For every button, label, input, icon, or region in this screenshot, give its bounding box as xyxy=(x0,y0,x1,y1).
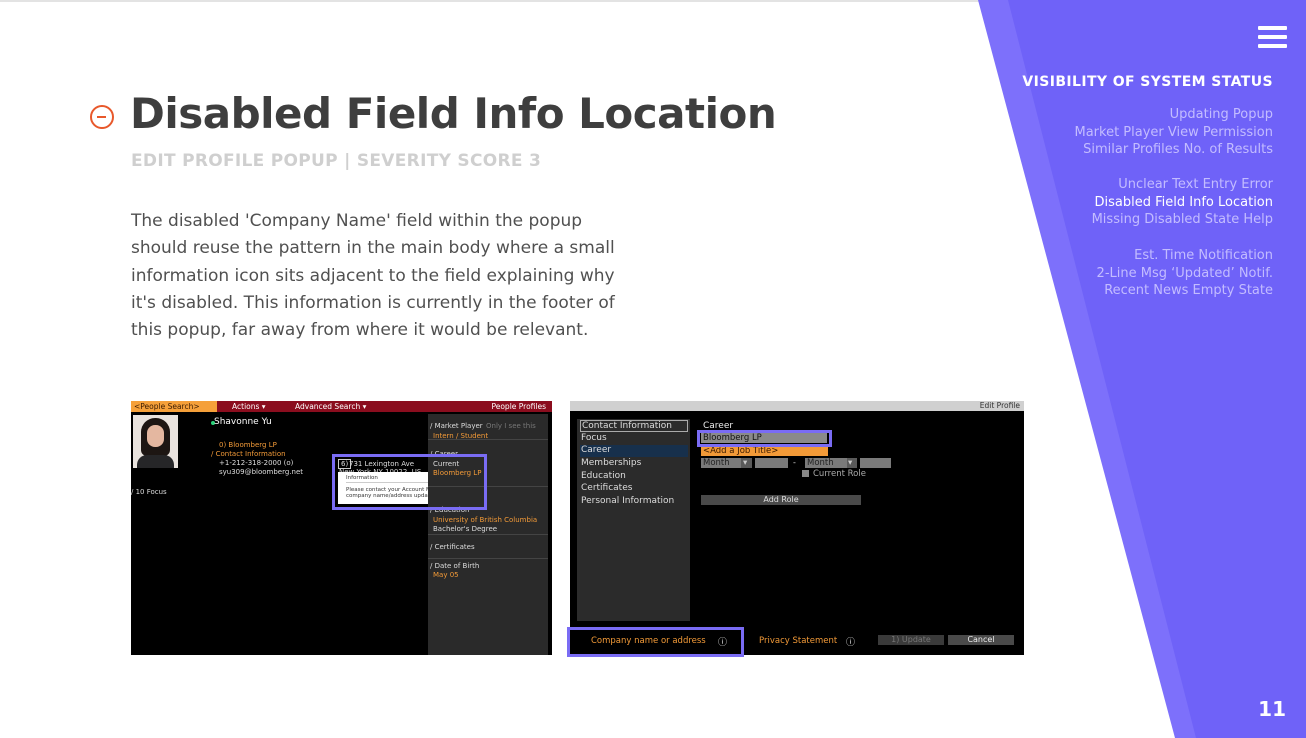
menu-education[interactable]: Education xyxy=(580,471,688,483)
market-player-label[interactable]: / Market Player xyxy=(430,422,483,430)
description-line: this popup, far away from where it would… xyxy=(131,320,589,341)
date-range-dash: - xyxy=(793,458,796,467)
menu-focus[interactable]: Focus xyxy=(580,433,688,445)
menu-personal-information[interactable]: Personal Information xyxy=(580,496,688,508)
phone-number: +1-212-318-2000 (o) xyxy=(219,459,294,467)
minus-circle-icon xyxy=(90,105,114,129)
sidebar-section-title: VISIBILITY OF SYSTEM STATUS xyxy=(1022,74,1273,90)
page-subtitle: EDIT PROFILE POPUP | SEVERITY SCORE 3 xyxy=(131,151,542,171)
sidebar-item-similar-profiles[interactable]: Similar Profiles No. of Results xyxy=(1074,141,1273,159)
current-role-checkbox[interactable] xyxy=(802,470,809,477)
cancel-button[interactable]: Cancel xyxy=(948,635,1014,645)
contact-info-label[interactable]: / Contact Information xyxy=(211,450,286,458)
sidebar-item-disabled-field-info-location[interactable]: Disabled Field Info Location xyxy=(1092,194,1273,212)
start-month-select[interactable]: Month xyxy=(701,458,741,468)
sidebar-item-updating-popup[interactable]: Updating Popup xyxy=(1074,106,1273,124)
page-title: Disabled Field Info Location xyxy=(130,89,777,138)
screenshot-profile-page: <People Search> Actions ▾ Advanced Searc… xyxy=(131,401,552,655)
highlight-company-field xyxy=(697,430,832,447)
degree-name: Bachelor's Degree xyxy=(433,525,498,533)
privacy-statement-link[interactable]: Privacy Statement xyxy=(759,636,837,646)
end-year-input[interactable] xyxy=(860,458,891,468)
menu-icon[interactable] xyxy=(1258,26,1288,50)
sidebar-item-est-time-notification[interactable]: Est. Time Notification xyxy=(1097,247,1273,265)
focus-label[interactable]: / 10 Focus xyxy=(131,488,167,496)
job-title-field[interactable]: <Add a Job Title> xyxy=(701,446,828,456)
description-line: it's disabled. This information is curre… xyxy=(131,292,615,313)
description-line: information icon sits adjacent to the fi… xyxy=(131,265,615,286)
description-paragraph: The disabled 'Company Name' field within… xyxy=(131,208,671,344)
people-profiles-title: People Profiles xyxy=(491,402,546,411)
company-link[interactable]: 0) Bloomberg LP xyxy=(219,441,277,449)
update-button-disabled: 1) Update xyxy=(878,635,944,645)
highlight-footer-info xyxy=(567,627,744,657)
menu-career[interactable]: Career xyxy=(580,445,688,457)
actions-menu[interactable]: Actions ▾ xyxy=(232,402,266,411)
profile-toolbar: <People Search> Actions ▾ Advanced Searc… xyxy=(131,401,552,412)
page-number: 11 xyxy=(1258,697,1286,721)
sidebar-group-1: Updating Popup Market Player View Permis… xyxy=(1074,106,1273,159)
sidebar-group-3: Est. Time Notification 2-Line Msg ‘Updat… xyxy=(1097,247,1273,300)
start-year-input[interactable] xyxy=(755,458,788,468)
current-role-label: Current Role xyxy=(813,469,866,479)
description-line: The disabled 'Company Name' field within… xyxy=(131,211,583,231)
sidebar-item-updated-notif[interactable]: 2-Line Msg ‘Updated’ Notif. xyxy=(1097,265,1273,283)
popup-title: Edit Profile xyxy=(979,401,1020,410)
menu-contact-information[interactable]: Contact Information xyxy=(580,420,688,432)
email-address: syu309@bloomberg.net xyxy=(219,468,304,476)
menu-certificates[interactable]: Certificates xyxy=(580,483,688,495)
people-search-back-button[interactable]: <People Search> xyxy=(131,401,217,412)
info-icon[interactable]: ⓘ xyxy=(846,635,855,648)
chevron-down-icon[interactable]: ▾ xyxy=(741,458,752,468)
sidebar-group-2: Unclear Text Entry Error Disabled Field … xyxy=(1092,176,1273,229)
add-role-button[interactable]: Add Role xyxy=(701,495,861,505)
description-line: should reuse the pattern in the main bod… xyxy=(131,238,615,259)
sidebar-item-market-player-view-permission[interactable]: Market Player View Permission xyxy=(1074,124,1273,142)
menu-memberships[interactable]: Memberships xyxy=(580,458,688,470)
screenshot-edit-profile-popup: Edit Profile Contact Information Focus C… xyxy=(570,401,1024,655)
sidebar-item-unclear-text-entry-error[interactable]: Unclear Text Entry Error xyxy=(1092,176,1273,194)
highlight-address-info xyxy=(332,454,487,510)
end-month-select[interactable]: Month xyxy=(805,458,847,468)
popup-header: Edit Profile xyxy=(570,401,1024,411)
sidebar-item-recent-news-empty-state[interactable]: Recent News Empty State xyxy=(1097,282,1273,300)
profile-photo xyxy=(133,415,178,468)
popup-menu: Contact Information Focus Career Members… xyxy=(577,419,690,621)
advanced-search-menu[interactable]: Advanced Search ▾ xyxy=(295,402,366,411)
university-name: University of British Columbia xyxy=(433,516,538,524)
date-of-birth-label[interactable]: / Date of Birth xyxy=(430,562,479,570)
date-of-birth-value: May 05 xyxy=(433,571,459,579)
profile-name: Shavonne Yu xyxy=(214,417,272,427)
visibility-note: Only I see this xyxy=(486,422,536,430)
chevron-down-icon[interactable]: ▾ xyxy=(847,458,857,468)
certificates-label[interactable]: / Certificates xyxy=(430,543,475,551)
sidebar-item-missing-disabled-state-help[interactable]: Missing Disabled State Help xyxy=(1092,211,1273,229)
